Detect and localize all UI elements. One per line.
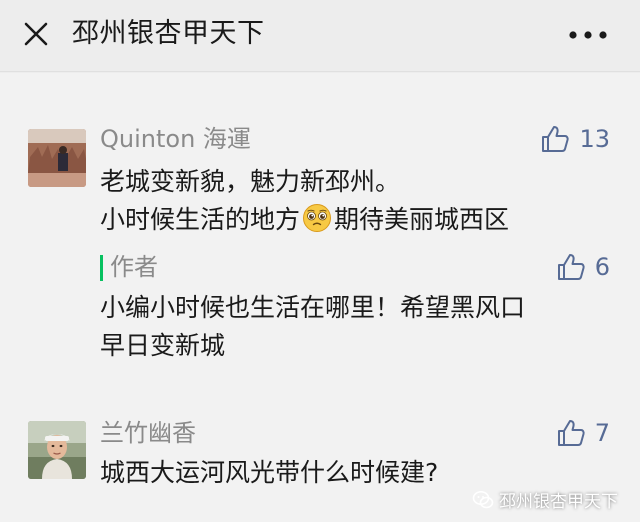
- reply-line: 早日变新城: [100, 331, 226, 360]
- reply-line: 小编小时候也生活在哪里！希望黑风口: [100, 293, 526, 322]
- comment-line-before: 小时候生活的地方: [100, 205, 301, 234]
- reply-like-button[interactable]: 6: [555, 251, 610, 283]
- more-button[interactable]: [566, 20, 610, 50]
- commenter-name[interactable]: 兰竹幽香: [100, 417, 196, 449]
- avatar-photo-icon: [28, 129, 86, 187]
- avatar-photo-icon: [28, 421, 86, 479]
- like-button[interactable]: 13: [539, 123, 610, 155]
- comment-text: 城西大运河风光带什么时候建?: [100, 454, 438, 492]
- avatar[interactable]: [28, 421, 86, 479]
- comments-list: Quinton 海運 13 老城变新貌，魅力新邳州。 小时候生活的地方 期待美丽…: [0, 73, 640, 522]
- commenter-name[interactable]: Quinton 海運: [100, 123, 251, 155]
- more-dots-icon: [569, 31, 607, 39]
- reply-text: 小编小时候也生活在哪里！希望黑风口 早日变新城: [100, 289, 525, 365]
- thumbs-up-icon: [557, 254, 585, 280]
- pleading-face-emoji-icon: [303, 204, 332, 232]
- author-label: 作者: [110, 253, 158, 281]
- watermark-text: 邳州银杏甲天下: [499, 492, 618, 512]
- like-button[interactable]: 7: [555, 417, 610, 449]
- comment-line: 城西大运河风光带什么时候建?: [100, 458, 439, 487]
- like-count: 13: [579, 125, 610, 153]
- avatar[interactable]: [28, 129, 86, 187]
- reply-like-count: 6: [594, 253, 610, 281]
- wechat-logo-icon: [472, 490, 494, 508]
- top-nav-bar: 邳州银杏甲天下: [0, 0, 640, 72]
- comment-line: 小时候生活的地方 期待美丽城西区: [100, 201, 509, 239]
- thumbs-up-icon: [542, 126, 570, 152]
- page-title: 邳州银杏甲天下: [72, 18, 265, 49]
- close-icon: [24, 22, 48, 46]
- wechat-watermark: 邳州银杏甲天下: [472, 487, 618, 512]
- close-button[interactable]: [18, 16, 54, 52]
- like-count: 7: [594, 419, 610, 447]
- thumbs-up-icon: [557, 420, 585, 446]
- comment-line: 老城变新貌，魅力新邳州。: [100, 167, 401, 196]
- comment-text: 老城变新貌，魅力新邳州。 小时候生活的地方 期待美丽城西区: [100, 163, 509, 239]
- comment-line-after: 期待美丽城西区: [334, 205, 510, 234]
- author-indicator-bar: [100, 255, 103, 281]
